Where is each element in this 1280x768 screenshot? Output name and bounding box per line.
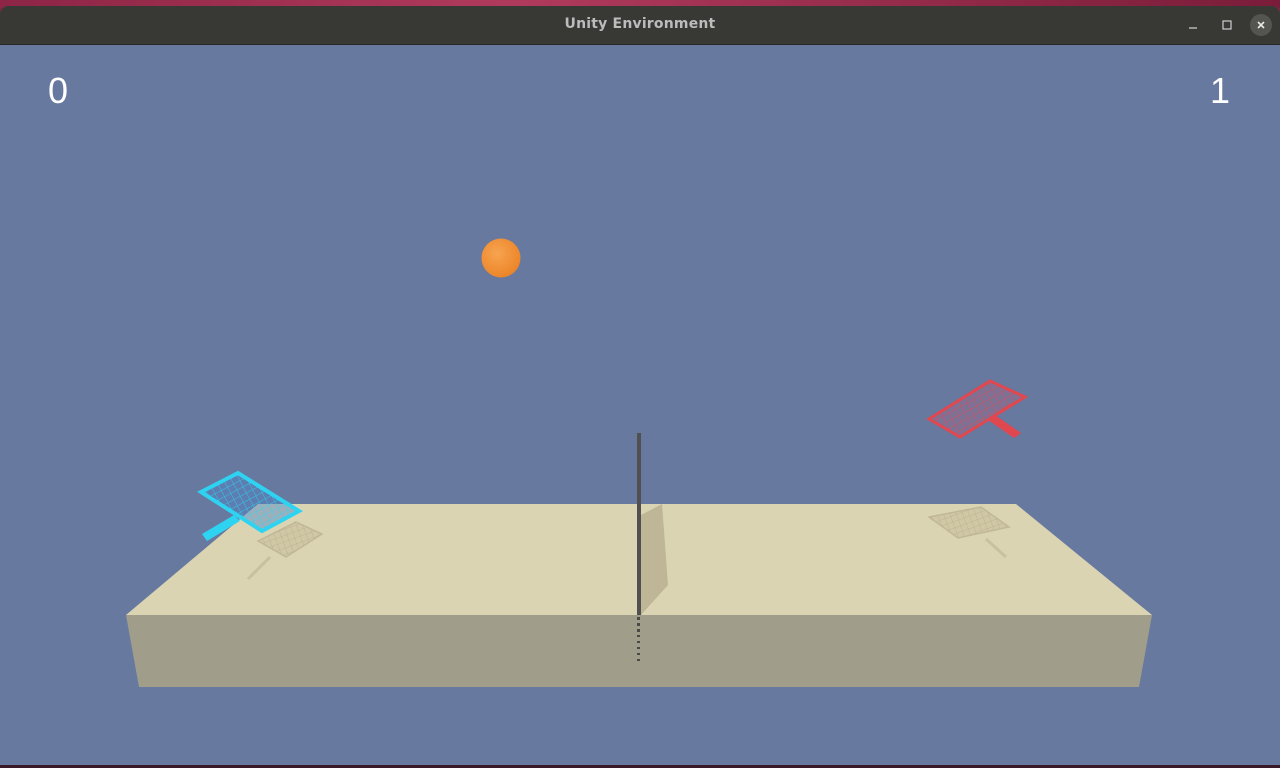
right-racket — [926, 379, 1029, 439]
title-bar[interactable]: Unity Environment — [0, 6, 1280, 45]
app-window: Unity Environment 0 1 — [0, 6, 1280, 765]
close-icon — [1257, 21, 1265, 29]
window-title: Unity Environment — [564, 16, 716, 32]
maximize-icon — [1222, 20, 1232, 30]
minimize-button[interactable] — [1182, 14, 1204, 36]
close-button[interactable] — [1250, 14, 1272, 36]
game-viewport[interactable]: 0 1 — [0, 45, 1280, 765]
maximize-button[interactable] — [1216, 14, 1238, 36]
ball — [481, 238, 521, 278]
minimize-icon — [1189, 27, 1197, 29]
net-post — [637, 433, 641, 615]
tennis-scene — [126, 238, 1152, 687]
